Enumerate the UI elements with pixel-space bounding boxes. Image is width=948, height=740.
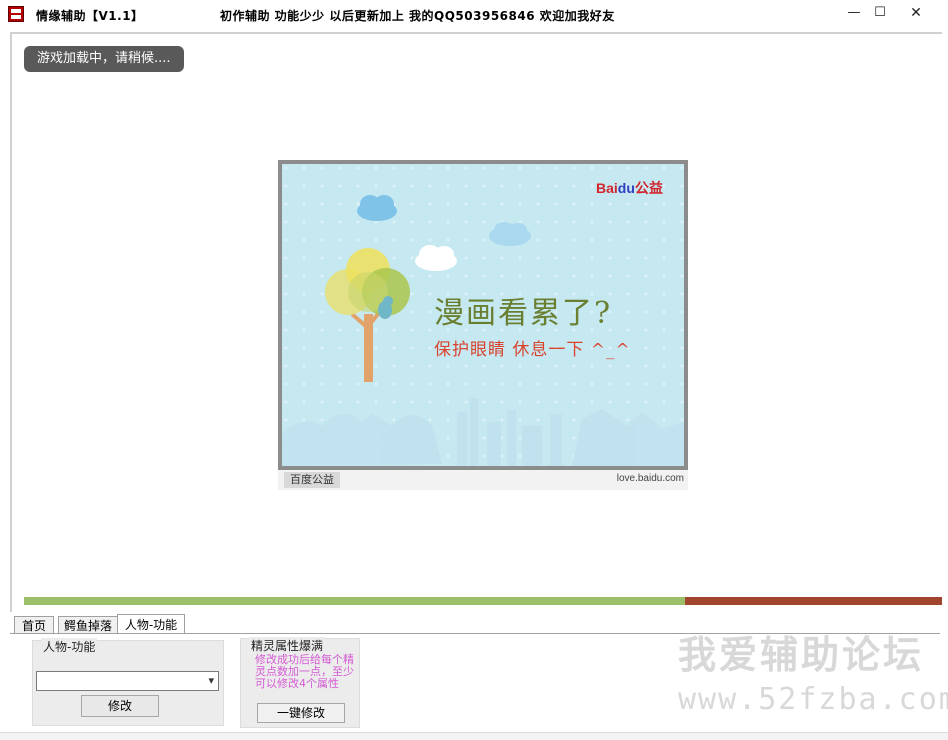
window-title: 情缘辅助【V1.1】	[36, 9, 144, 23]
sprite-group-title: 精灵属性爆满	[249, 637, 326, 654]
title-message: 初作辅助 功能少少 以后更新加上 我的QQ503956846 欢迎加我好友	[220, 9, 615, 23]
ad-banner[interactable]: Baidu公益 漫画看累了? 保护眼睛 休息一下 ^_^ 百度公益 love.b…	[278, 160, 688, 490]
baidu-logo: Baidu公益	[596, 178, 663, 198]
one-key-modify-button[interactable]: 一键修改	[257, 703, 345, 723]
logo-du: du	[617, 180, 635, 196]
title-bar: 情缘辅助【V1.1】 初作辅助 功能少少 以后更新加上 我的QQ50395684…	[0, 0, 948, 30]
logo-gongyi: 公益	[634, 180, 663, 196]
loading-message: 游戏加载中，请稍候....	[24, 46, 184, 72]
character-select[interactable]: ▾	[36, 671, 219, 691]
tab-home[interactable]: 首页	[14, 616, 54, 634]
sprite-description: 修改成功后给每个精灵点数加一点，至少可以修改4个属性	[255, 653, 354, 690]
sprite-group: 精灵属性爆满 修改成功后给每个精灵点数加一点，至少可以修改4个属性 一键修改	[240, 637, 360, 728]
ad-frame: Baidu公益 漫画看累了? 保护眼睛 休息一下 ^_^	[278, 160, 688, 470]
minimize-button[interactable]: —	[840, 2, 868, 24]
progress-fill	[24, 597, 685, 605]
watermark-title: 我爱辅助论坛	[678, 633, 925, 677]
app-icon	[8, 6, 24, 22]
watermark-url: www.52fzba.com	[678, 682, 948, 717]
chevron-down-icon[interactable]: ▾	[208, 674, 214, 687]
close-button[interactable]: ✕	[895, 2, 937, 24]
character-group-title: 人物-功能	[41, 638, 98, 655]
character-group: 人物-功能 ▾ 修改	[32, 638, 224, 726]
ad-url[interactable]: love.baidu.com	[617, 473, 684, 484]
ad-footer: 百度公益 love.baidu.com	[278, 470, 688, 490]
ad-image: Baidu公益 漫画看累了? 保护眼睛 休息一下 ^_^	[282, 164, 684, 466]
ad-tagline: 保护眼睛 休息一下 ^_^	[434, 340, 631, 360]
loading-progress-bar	[24, 597, 942, 605]
ad-brand-badge[interactable]: 百度公益	[284, 472, 340, 488]
tab-crocodile-drop[interactable]: 鳄鱼掉落	[58, 616, 118, 634]
tab-character[interactable]: 人物-功能	[117, 614, 185, 635]
logo-bai: Bai	[596, 180, 618, 196]
modify-button[interactable]: 修改	[81, 695, 159, 717]
game-view[interactable]: 游戏加载中，请稍候.... Baidu公益 漫画看累了? 保护眼睛 休息一下 ^…	[10, 32, 942, 612]
maximize-button[interactable]: ☐	[866, 2, 894, 24]
ad-headline: 漫画看累了?	[434, 296, 613, 331]
